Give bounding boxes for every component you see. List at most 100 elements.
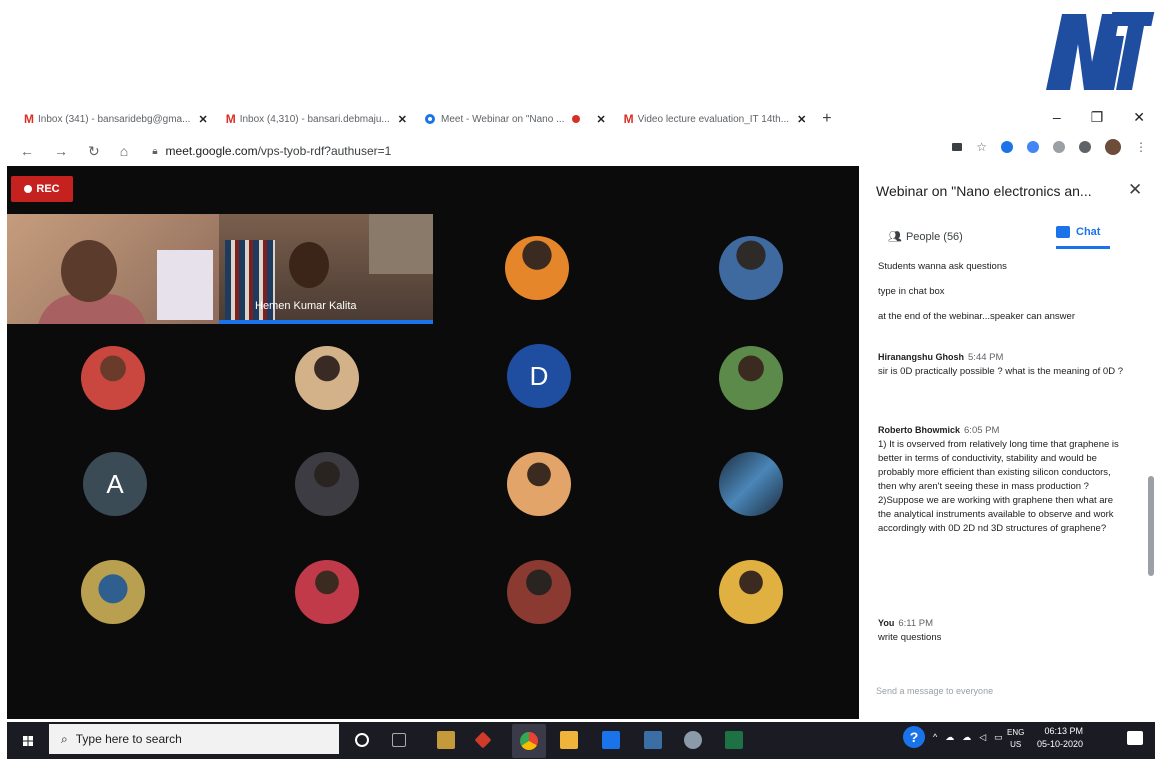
close-window-icon[interactable]: ✕ (1133, 109, 1145, 126)
screenshot-page: M Inbox (341) - bansaridebg@gma... ✕ M I… (0, 0, 1163, 759)
participant-name: Hemen Kumar Kalita (255, 300, 357, 312)
chat-message: Hiranangshu Ghosh 5:44 PM sir is 0D pract… (878, 350, 1128, 379)
extension-icon[interactable] (1001, 141, 1013, 153)
excel-icon[interactable] (725, 731, 743, 749)
wall-art (369, 214, 433, 274)
chat-tab-label: Chat (1076, 226, 1101, 238)
cloud-icon[interactable]: ☁︎ (962, 732, 971, 743)
paint-icon[interactable] (684, 731, 702, 749)
extension-icon[interactable] (1027, 141, 1039, 153)
gmail-icon: M (225, 112, 236, 126)
recording-dot-icon (572, 115, 581, 123)
close-icon[interactable]: ✕ (198, 113, 207, 126)
nav-buttons: ← → ↻ ⌂ (20, 143, 128, 160)
chat-message-input[interactable]: Send a message to everyone (876, 686, 993, 696)
close-icon[interactable]: ✕ (596, 113, 605, 126)
chat-message: Students wanna ask questions (878, 260, 1128, 274)
chat-scrollbar[interactable] (1148, 476, 1154, 576)
taskbar-clock[interactable]: 06:13 PM 05-10-2020 (1037, 725, 1083, 751)
avatar-initial: D (529, 360, 549, 391)
notification-icon[interactable] (1127, 731, 1143, 745)
close-panel-icon[interactable]: ✕ (1128, 180, 1142, 200)
participant-avatar-d[interactable]: D (507, 344, 571, 408)
participant-avatar[interactable] (81, 346, 145, 410)
forward-icon[interactable]: → (54, 143, 68, 160)
chevron-up-icon[interactable]: ^ (933, 732, 937, 742)
participant-avatar[interactable] (505, 236, 569, 300)
message-text: 1) It is ovserved from relatively long t… (878, 439, 1119, 492)
participant-avatar[interactable] (81, 560, 145, 624)
tab-inbox-1[interactable]: M Inbox (341) - bansaridebg@gma... ✕ (18, 108, 214, 130)
participant-avatar[interactable] (719, 452, 783, 516)
back-icon[interactable]: ← (20, 143, 34, 160)
app-icon[interactable] (474, 731, 492, 749)
battery-icon[interactable]: ▭ (994, 732, 1003, 743)
message-time: 5:44 PM (968, 352, 1004, 363)
tab-label: Inbox (341) - bansaridebg@gma... (38, 113, 191, 125)
minimize-icon[interactable]: – (1053, 109, 1061, 125)
participant-avatar[interactable] (295, 560, 359, 624)
star-icon[interactable]: ☆ (976, 140, 987, 154)
chat-message: at the end of the webinar...speaker can … (878, 310, 1128, 324)
volume-icon[interactable]: ◁ (979, 732, 986, 743)
participant-avatar[interactable] (719, 560, 783, 624)
clock-time: 06:13 PM (1044, 726, 1084, 736)
message-sender: You (878, 618, 895, 628)
gmail-icon: M (24, 112, 34, 126)
restore-icon[interactable]: ❐ (1091, 109, 1104, 126)
puzzle-icon[interactable] (1079, 141, 1091, 153)
message-time: 6:05 PM (964, 425, 1000, 436)
panel-title: Webinar on "Nano electronics an... (876, 183, 1092, 199)
participant-avatar[interactable] (719, 236, 783, 300)
url-field[interactable]: meet.google.com/vps-tyob-rdf?authuser=1 (166, 144, 392, 158)
record-dot-icon (24, 185, 33, 193)
windows-taskbar: ⌕ Type here to search ? ^ ☁︎ ☁︎ ◁ ▭ ENG … (7, 722, 1155, 759)
message-text: at the end of the webinar...speaker can … (878, 311, 1075, 322)
chat-panel: Webinar on "Nano electronics an... ✕ 👥︎ … (860, 166, 1155, 719)
new-tab-icon[interactable]: + (822, 110, 831, 128)
calculator-icon[interactable] (644, 731, 662, 749)
region-code: US (1010, 740, 1022, 749)
lock-icon[interactable]: 🔒︎ (152, 146, 157, 157)
cortana-icon[interactable] (355, 733, 369, 747)
browser-tab-bar: M Inbox (341) - bansaridebg@gma... ✕ M I… (0, 104, 1163, 134)
tab-meet[interactable]: Meet - Webinar on "Nano ... ✕ (419, 108, 612, 130)
recording-badge: REC (11, 176, 73, 202)
people-tab-label: People (56) (905, 230, 963, 243)
language-indicator[interactable]: ENG US (1007, 727, 1024, 751)
presenter-video-tile[interactable] (7, 214, 219, 324)
cloud-icon[interactable]: ☁︎ (945, 732, 954, 743)
extension-icon[interactable] (1053, 141, 1065, 153)
menu-icon[interactable]: ⋮ (1135, 140, 1147, 154)
tab-inbox-2[interactable]: M Inbox (4,310) - bansari.debmaju... ✕ (220, 108, 413, 130)
task-view-icon[interactable] (392, 733, 406, 747)
message-text: type in chat box (878, 286, 945, 297)
close-icon[interactable]: ✕ (797, 113, 806, 126)
windows-start-icon[interactable] (21, 734, 35, 748)
home-icon[interactable]: ⌂ (120, 143, 128, 160)
help-icon[interactable]: ? (903, 726, 925, 748)
calendar-icon[interactable] (602, 731, 620, 749)
nit-logo (1046, 12, 1155, 90)
file-explorer-icon[interactable] (437, 731, 455, 749)
tab-people[interactable]: 👥︎ People (56) (888, 230, 963, 244)
folder-icon[interactable] (560, 731, 578, 749)
profile-avatar[interactable] (1105, 139, 1121, 155)
tab-video-evaluation[interactable]: M Video lecture evaluation_IT 14th... ✕ (618, 108, 813, 130)
camera-icon[interactable] (952, 143, 963, 151)
close-icon[interactable]: ✕ (398, 113, 407, 126)
participant-avatar-a[interactable]: A (83, 452, 147, 516)
taskbar-search[interactable]: ⌕ Type here to search (49, 724, 339, 754)
participant-avatar[interactable] (507, 560, 571, 624)
participant-video-tile[interactable]: Hemen Kumar Kalita (219, 214, 433, 324)
tab-chat[interactable]: Chat (1056, 226, 1110, 249)
participant-avatar[interactable] (295, 346, 359, 410)
message-sender: Hiranangshu Ghosh (878, 352, 965, 362)
reload-icon[interactable]: ↻ (88, 143, 100, 160)
people-icon: 👥︎ (888, 231, 902, 243)
participant-avatar[interactable] (719, 346, 783, 410)
chat-message: type in chat box (878, 285, 1128, 299)
participant-head (289, 242, 329, 288)
participant-avatar[interactable] (295, 452, 359, 516)
participant-avatar[interactable] (507, 452, 571, 516)
